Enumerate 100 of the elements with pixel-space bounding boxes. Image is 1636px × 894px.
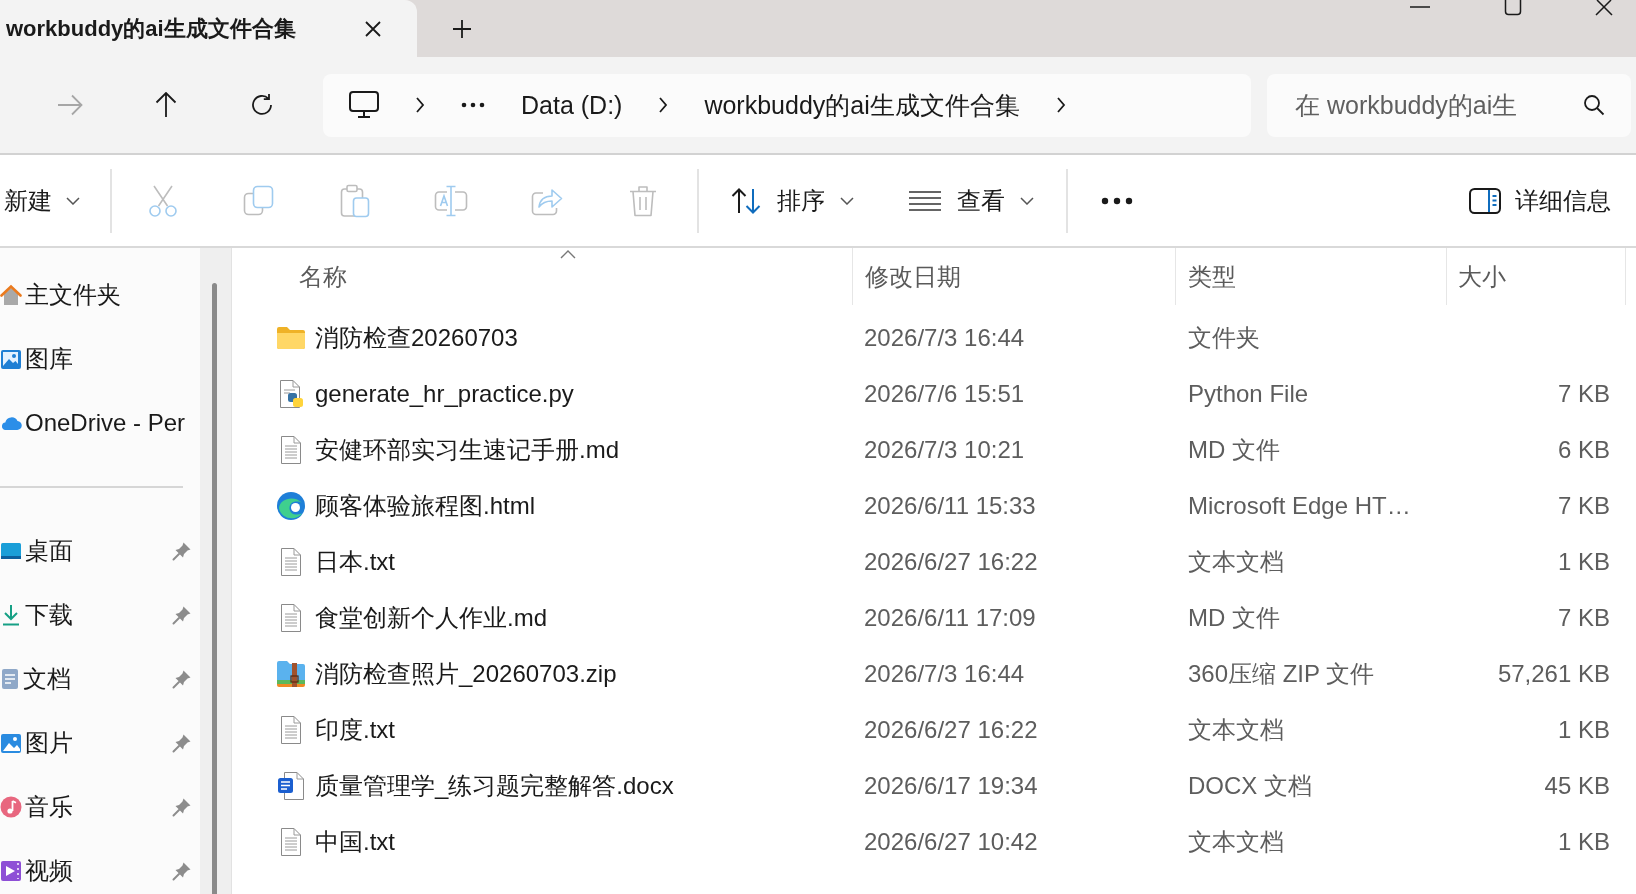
- sidebar-item[interactable]: 文档: [0, 647, 200, 711]
- file-name: 顾客体验旅程图.html: [315, 491, 535, 521]
- pin-icon[interactable]: [172, 605, 192, 625]
- scrollbar-thumb[interactable]: [212, 283, 217, 894]
- file-row[interactable]: 日本.txt 2026/6/27 16:22 文本文档 1 KB: [232, 534, 1636, 590]
- sidebar-item[interactable]: 图片: [0, 711, 200, 775]
- file-size: 1 KB: [1557, 828, 1610, 856]
- sort-button[interactable]: 排序: [730, 184, 854, 217]
- arrow-right-icon: [57, 94, 83, 116]
- caret-down-icon: [66, 196, 80, 205]
- word-document-icon: [276, 771, 306, 801]
- list-lines-icon: [908, 189, 942, 212]
- file-name: 质量管理学_练习题完整解答.docx: [315, 771, 674, 801]
- breadcrumb[interactable]: Data (D:): [521, 90, 623, 120]
- caret-down-icon: [1020, 196, 1034, 205]
- column-header[interactable]: 类型: [1175, 248, 1446, 305]
- file-row[interactable]: 中国.txt 2026/6/27 10:42 文本文档 1 KB: [232, 814, 1636, 870]
- file-type: Microsoft Edge HT…: [1188, 492, 1411, 520]
- sidebar-item[interactable]: OneDrive - Per: [0, 391, 200, 455]
- file-name: 安健环部实习生速记手册.md: [315, 435, 619, 465]
- address-bar[interactable]: Data (D:) workbuddy的ai生成文件合集: [323, 73, 1251, 137]
- gallery-icon: [0, 348, 22, 370]
- file-type: 360压缩 ZIP 文件: [1188, 659, 1375, 689]
- file-row[interactable]: 消防检查照片_20260703.zip 2026/7/3 16:44 360压缩 ZIP 文件 57,261 KB: [232, 646, 1636, 702]
- file-row[interactable]: 顾客体验旅程图.html 2026/6/11 15:33 Microsoft Edge HT… 7 KB: [232, 478, 1636, 534]
- pin-icon[interactable]: [172, 733, 192, 753]
- modified-date: 2026/6/27 10:42: [864, 828, 1038, 856]
- more-icon: [1101, 196, 1133, 205]
- file-row[interactable]: 消防检查20260703 2026/7/3 16:44 文件夹: [232, 310, 1636, 366]
- file-name: 食堂创新个人作业.md: [315, 603, 547, 633]
- close-icon[interactable]: [364, 19, 382, 38]
- sidebar-item[interactable]: 主文件夹: [0, 263, 200, 327]
- file-name: generate_hr_practice.py: [315, 380, 574, 408]
- monitor-icon[interactable]: [349, 91, 379, 119]
- sort-icon: [730, 186, 762, 215]
- file-size: 7 KB: [1557, 492, 1610, 520]
- file-size: 1 KB: [1557, 716, 1610, 744]
- file-name: 消防检查20260703: [315, 323, 518, 353]
- file-type: Python File: [1188, 380, 1309, 408]
- copy-icon: [243, 184, 275, 217]
- file-row[interactable]: generate_hr_practice.py 2026/7/6 15:51 Python File 7 KB: [232, 366, 1636, 422]
- file-name: 中国.txt: [315, 827, 395, 857]
- details-pane-icon: [1469, 187, 1501, 214]
- scissors-icon: [148, 183, 178, 218]
- modified-date: 2026/6/11 17:09: [864, 604, 1036, 632]
- search-field[interactable]: 在 workbuddy的ai生: [1267, 73, 1631, 137]
- search-icon[interactable]: [1583, 93, 1605, 116]
- file-type: 文本文档: [1188, 715, 1284, 745]
- file-name: 日本.txt: [315, 547, 395, 577]
- modified-date: 2026/6/27 16:22: [864, 716, 1038, 744]
- refresh-icon: [250, 93, 274, 117]
- maximize-icon[interactable]: [1504, 0, 1522, 16]
- column-header[interactable]: 修改日期: [852, 248, 1175, 305]
- pin-icon[interactable]: [172, 669, 192, 689]
- pin-icon[interactable]: [172, 861, 192, 881]
- sidebar-item[interactable]: 下载: [0, 583, 200, 647]
- modified-date: 2026/6/11 15:33: [864, 492, 1036, 520]
- cloud-icon: [0, 415, 22, 431]
- sidebar-item[interactable]: 视频: [0, 839, 200, 894]
- file-row[interactable]: 质量管理学_练习题完整解答.docx 2026/6/17 19:34 DOCX 文档 45 KB: [232, 758, 1636, 814]
- desktop-icon: [0, 542, 22, 560]
- chevron-right-icon[interactable]: [1055, 96, 1066, 114]
- file-size: 6 KB: [1557, 436, 1610, 464]
- download-icon: [0, 604, 22, 626]
- pin-icon[interactable]: [172, 541, 192, 561]
- arrow-up-icon: [155, 92, 177, 118]
- ellipsis-icon[interactable]: [461, 102, 485, 108]
- file-row[interactable]: 食堂创新个人作业.md 2026/6/11 17:09 MD 文件 7 KB: [232, 590, 1636, 646]
- breadcrumb[interactable]: workbuddy的ai生成文件合集: [704, 88, 1020, 122]
- column-header[interactable]: 名称: [232, 248, 852, 305]
- modified-date: 2026/7/3 16:44: [864, 660, 1025, 688]
- file-size: 7 KB: [1557, 380, 1610, 408]
- file-size: 7 KB: [1557, 604, 1610, 632]
- modified-date: 2026/7/3 16:44: [864, 324, 1025, 352]
- clipboard-icon: [340, 183, 370, 218]
- folder-icon: [276, 326, 306, 350]
- view-button[interactable]: 查看: [908, 184, 1034, 217]
- archive-folder-icon: [276, 660, 306, 688]
- sidebar-item[interactable]: 图库: [0, 327, 200, 391]
- browser-logo-icon: [276, 491, 306, 521]
- column-header[interactable]: 大小: [1446, 248, 1626, 305]
- chevron-right-icon[interactable]: [415, 96, 425, 114]
- close-icon[interactable]: [1595, 0, 1613, 16]
- plus-icon[interactable]: [452, 18, 472, 39]
- tab[interactable]: workbuddy的ai生成文件合集: [0, 0, 417, 57]
- new-menu-button[interactable]: 新建: [4, 184, 80, 217]
- file-type: 文本文档: [1188, 547, 1284, 577]
- pin-icon[interactable]: [172, 797, 192, 817]
- sidebar-item[interactable]: 音乐: [0, 775, 200, 839]
- file-row[interactable]: 安健环部实习生速记手册.md 2026/7/3 10:21 MD 文件 6 KB: [232, 422, 1636, 478]
- scrollbar[interactable]: [200, 248, 232, 894]
- modified-date: 2026/6/27 16:22: [864, 548, 1038, 576]
- details-pane-button[interactable]: 详细信息: [1469, 184, 1611, 217]
- file-row[interactable]: 印度.txt 2026/6/27 16:22 文本文档 1 KB: [232, 702, 1636, 758]
- file-type: DOCX 文档: [1188, 771, 1312, 801]
- modified-date: 2026/7/6 15:51: [864, 380, 1025, 408]
- sidebar-item[interactable]: 桌面: [0, 519, 200, 583]
- file-size: 45 KB: [1544, 772, 1610, 800]
- chevron-right-icon[interactable]: [658, 96, 669, 114]
- file-type: 文本文档: [1188, 827, 1284, 857]
